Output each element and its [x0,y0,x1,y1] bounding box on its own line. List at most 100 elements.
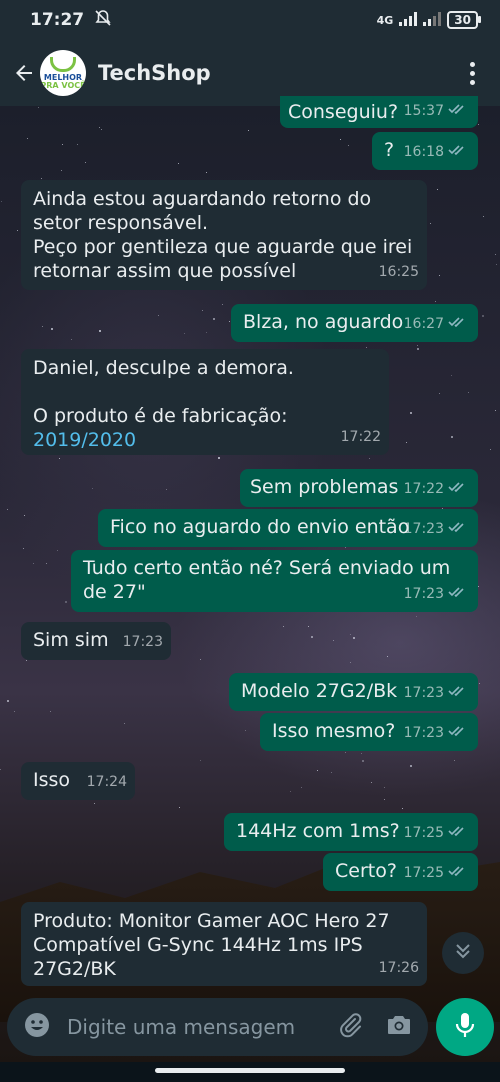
read-ticks-icon [448,517,468,541]
wallpaper-star [58,458,60,460]
message-bubble[interactable]: Isso 17:24 [21,762,135,800]
message-time: 17:23 [403,685,444,701]
wallpaper-star [483,216,485,218]
wallpaper-star [248,129,250,131]
battery-icon: 30 [447,11,481,29]
message-link[interactable]: 2019/2020 [33,429,136,451]
read-ticks-icon [448,140,468,164]
message-text: Fico no aguardo do envio então [110,516,410,538]
back-arrow-icon[interactable] [8,53,40,93]
attach-icon[interactable] [338,1012,364,1042]
avatar[interactable]: MELHOR PRA VOCÊ [40,50,86,96]
read-ticks-icon [448,582,468,606]
message-bubble[interactable]: Conseguiu? 15:37 [280,96,478,128]
message-time: 17:23 [122,634,163,650]
wallpaper-star [387,656,389,658]
smile-logo-icon [50,56,76,72]
wallpaper-star [417,348,420,351]
wallpaper-star [222,304,224,306]
wallpaper-star [0,768,2,770]
wallpaper-star [439,275,441,277]
wallpaper-star [98,127,100,129]
message-bubble[interactable]: 144Hz com 1ms? 17:25 [224,813,478,851]
wallpaper-star [479,682,481,684]
wallpaper-star [26,659,28,661]
wallpaper-star [333,640,335,642]
message-time: 17:22 [403,481,444,497]
wallpaper-star [65,601,68,604]
wallpaper-star [245,730,247,732]
wallpaper-star [416,345,418,347]
home-indicator[interactable] [155,1068,345,1073]
wallpaper-star [33,563,35,565]
message-text: Isso [33,769,71,791]
emoji-icon[interactable] [23,1011,51,1043]
wallpaper-star [184,333,186,335]
read-ticks-icon [448,861,468,885]
message-bubble[interactable]: Blza, no aguardo 16:27 [231,304,478,342]
message-time: 17:23 [403,725,444,741]
wallpaper-star [467,391,469,393]
read-ticks-icon [448,99,468,123]
message-text: 144Hz com 1ms? [236,820,400,842]
message-text: Isso mesmo? [272,720,396,742]
wallpaper-star [383,798,385,800]
wallpaper-star [213,318,216,321]
wallpaper-star [200,759,202,761]
wallpaper-star [40,177,42,179]
wallpaper-star [439,392,441,394]
wallpaper-star [49,710,51,712]
wallpaper-star [282,625,284,627]
message-bubble[interactable]: Isso mesmo? 17:23 [260,713,478,751]
message-time: 17:25 [403,865,444,881]
message-bubble[interactable]: Certo? 17:25 [323,853,478,891]
message-bubble[interactable]: Modelo 27G2/Bk 17:23 [229,673,478,711]
wallpaper-star [205,171,207,173]
wallpaper-star [201,310,203,312]
wallpaper-star [369,458,371,460]
camera-icon[interactable] [386,1012,412,1042]
microphone-button[interactable] [436,998,494,1056]
message-bubble[interactable]: Ainda estou aguardando retorno do setor … [21,180,427,290]
wallpaper-star [178,163,180,165]
wallpaper-star [451,435,454,438]
message-bubble[interactable]: ? 16:18 [372,132,478,170]
scroll-down-button[interactable] [442,932,484,974]
contact-name[interactable]: TechShop [98,61,452,85]
message-bubble[interactable]: Tudo certo então né? Será enviado um de … [71,550,478,612]
message-time: 15:37 [403,103,444,119]
message-bubble[interactable]: Sim sim 17:23 [21,622,171,660]
wallpaper-star [199,659,201,661]
wallpaper-star [402,807,404,809]
message-bubble[interactable]: Produto: Monitor Gamer AOC Hero 27 Compa… [21,902,427,986]
wallpaper-star [51,327,54,330]
message-bubble[interactable]: Sem problemas 17:22 [240,469,478,507]
wallpaper-star [435,300,437,302]
message-bubble[interactable]: Fico no aguardo do envio então 17:23 [98,509,478,547]
message-text: Blza, no aguardo [243,311,404,333]
wallpaper-star [496,264,498,266]
wallpaper-star [317,769,319,771]
wallpaper-star [347,144,349,146]
wallpaper-star [60,170,62,172]
wallpaper-star [494,410,496,412]
wallpaper-star [481,315,484,318]
wallpaper-star [370,781,372,783]
more-options-icon[interactable] [452,53,492,93]
wallpaper-star [22,547,24,549]
message-text: Daniel, desculpe a demora. O produto é d… [33,357,294,427]
wallpaper-star [77,144,79,146]
message-time: 17:23 [403,586,444,602]
wallpaper-star [45,562,47,564]
message-input[interactable] [65,1014,338,1040]
avatar-text-2: PRA VOCÊ [40,80,86,90]
read-ticks-icon [448,821,468,845]
wallpaper-star [430,223,432,225]
wallpaper-star [228,321,230,323]
wallpaper-star [16,230,18,232]
wallpaper-star [218,456,221,459]
wallpaper-star [409,765,412,768]
message-bubble[interactable]: Daniel, desculpe a demora. O produto é d… [21,349,389,455]
wallpaper-star [42,326,44,328]
wallpaper-star [289,790,291,792]
